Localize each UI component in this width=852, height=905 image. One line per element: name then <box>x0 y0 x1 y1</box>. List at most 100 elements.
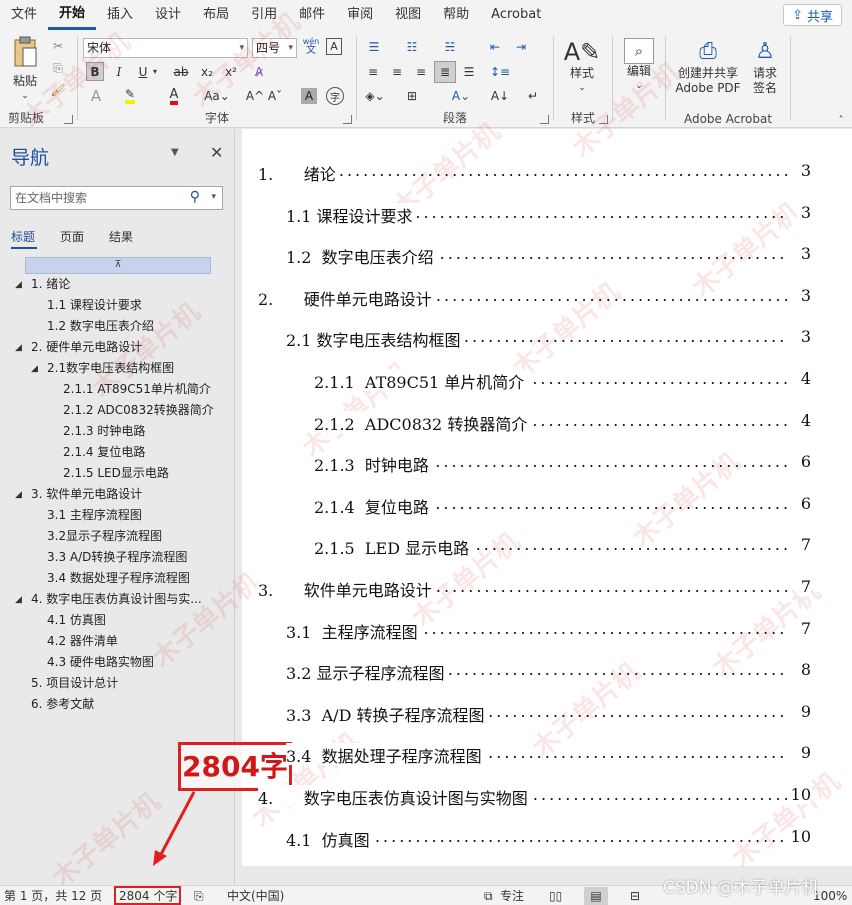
nav-tree-item[interactable]: 1.2 数字电压表介绍 <box>47 316 154 337</box>
toc-entry[interactable]: ........................................… <box>314 369 811 391</box>
language[interactable]: 中文(中国) <box>227 887 284 905</box>
collapse-ribbon-icon[interactable]: ˄ <box>834 114 848 126</box>
page-info[interactable]: 第 1 页，共 12 页 <box>4 887 102 905</box>
menu-item[interactable]: 插入 <box>96 0 144 30</box>
expand-arrow-icon[interactable]: ◢ <box>31 364 38 374</box>
toc-entry[interactable]: ........................................… <box>286 244 811 267</box>
toc-entry[interactable]: ........................................… <box>286 202 811 225</box>
nav-tree-item[interactable]: 2.1数字电压表结构框图 <box>47 358 174 379</box>
underline-icon[interactable]: U <box>134 62 152 81</box>
subscript-icon[interactable]: x₂ <box>197 62 217 81</box>
editing-button[interactable]: ⌕ 编辑 ⌄ <box>621 38 657 94</box>
nav-tree-item[interactable]: 5. 项目设计总计 <box>31 673 118 694</box>
font-launcher[interactable] <box>343 115 352 124</box>
toc-entry[interactable]: ........................................… <box>258 577 811 599</box>
nav-tree-item[interactable]: 3.4 数据处理子程序流程图 <box>47 568 190 589</box>
align-right-icon[interactable]: ≡ <box>411 62 431 82</box>
borders-icon[interactable]: ⊞ <box>401 86 423 106</box>
highlight-icon[interactable]: ✎ <box>120 86 140 106</box>
nav-tree-item[interactable]: 6. 参考文献 <box>31 694 94 715</box>
tab-headings[interactable]: 标题 <box>11 228 35 245</box>
line-spacing-icon[interactable]: ↕≡ <box>485 62 515 82</box>
enclose-characters-icon[interactable]: 字 <box>326 87 344 105</box>
nav-tree-item[interactable]: 2.1.5 LED显示电路 <box>63 463 169 484</box>
paragraph-launcher[interactable] <box>540 115 549 124</box>
phonetic-guide-button[interactable]: wén 文 <box>302 36 320 56</box>
font-color-icon[interactable]: A <box>164 86 184 106</box>
styles-button[interactable]: A✎ 样式 ⌄ <box>560 38 604 96</box>
format-painter-icon[interactable]: 🖌 <box>50 82 66 98</box>
shading-icon[interactable]: ◈⌄ <box>363 86 387 106</box>
nav-tree-item[interactable]: 4. 数字电压表仿真设计图与实... <box>31 589 202 610</box>
document-page[interactable]: ........................................… <box>242 129 852 866</box>
request-signature-button[interactable]: ♙ 请求 签名 <box>746 38 784 96</box>
font-size-select[interactable]: 四号 ▾ <box>252 38 297 58</box>
toc-entry[interactable]: ........................................… <box>314 535 811 558</box>
nav-tree-item[interactable]: 1.1 课程设计要求 <box>47 295 142 316</box>
change-case-icon[interactable]: Aa⌄ <box>202 86 232 106</box>
cut-icon[interactable]: ✂ <box>50 38 66 54</box>
toc-entry[interactable]: ........................................… <box>286 660 811 683</box>
nav-tree-item[interactable]: 4.3 硬件电路实物图 <box>47 652 154 673</box>
nav-tree-item[interactable]: 1. 绪论 <box>31 274 70 295</box>
toc-entry[interactable]: ........................................… <box>286 618 811 641</box>
align-left-icon[interactable]: ≡ <box>363 62 383 82</box>
nav-tree-item[interactable]: 4.2 器件清单 <box>47 631 118 652</box>
nav-tree-item[interactable]: 3.1 主程序流程图 <box>47 505 142 526</box>
nav-tree-item[interactable]: 2.1.1 AT89C51单片机简介 <box>63 379 211 400</box>
proofing-icon[interactable]: ⎘ <box>194 887 204 905</box>
multilevel-list-icon[interactable]: ☵ <box>439 38 461 56</box>
justify-icon[interactable]: ≣ <box>434 61 456 83</box>
character-border-icon[interactable]: A <box>326 38 342 55</box>
strikethrough-icon[interactable]: ab <box>170 62 192 81</box>
toc-entry[interactable]: ........................................… <box>258 161 811 183</box>
menu-item[interactable]: 设计 <box>144 0 192 30</box>
bold-icon[interactable]: B <box>86 62 104 81</box>
chinese-layout-icon[interactable]: A⌄ <box>447 86 475 106</box>
share-button[interactable]: ⇪ 共享 <box>783 4 842 26</box>
superscript-icon[interactable]: x² <box>221 62 241 81</box>
toc-entry[interactable]: ........................................… <box>258 785 811 807</box>
underline-dropdown-icon[interactable]: ▾ <box>151 64 159 79</box>
styles-launcher[interactable] <box>599 115 608 124</box>
focus-icon[interactable]: ⧉ <box>484 887 493 905</box>
nav-tree-item[interactable]: 2.1.3 时钟电路 <box>63 421 145 442</box>
search-dropdown-icon[interactable]: ▾ <box>211 192 216 202</box>
bullets-icon[interactable]: ☰ <box>363 38 385 56</box>
text-effects-icon[interactable]: A <box>86 86 106 106</box>
create-share-pdf-button[interactable]: ⎙ 创建并共享 Adobe PDF <box>670 38 746 96</box>
increase-indent-icon[interactable]: ⇥ <box>511 38 531 56</box>
read-mode-icon[interactable]: ▯▯ <box>549 887 562 905</box>
web-layout-icon[interactable]: ⊟ <box>630 887 640 905</box>
menu-item[interactable]: Acrobat <box>480 0 552 30</box>
nav-tree-item[interactable]: 2.1.2 ADC0832转换器简介 <box>63 400 214 421</box>
menu-item[interactable]: 开始 <box>48 0 97 30</box>
search-input[interactable] <box>11 187 181 209</box>
menu-item[interactable]: 文件 <box>0 0 48 30</box>
tab-pages[interactable]: 页面 <box>60 228 84 245</box>
expand-arrow-icon[interactable]: ◢ <box>15 490 22 500</box>
toc-entry[interactable]: ........................................… <box>258 285 811 308</box>
nav-tree-item[interactable]: 2. 硬件单元电路设计 <box>31 337 142 358</box>
numbering-icon[interactable]: ☷ <box>401 38 423 56</box>
search-icon[interactable]: ⚲ <box>190 189 200 205</box>
grow-font-icon[interactable]: A^ <box>246 86 264 106</box>
align-center-icon[interactable]: ≡ <box>387 62 407 82</box>
print-layout-icon[interactable]: ▤ <box>584 887 608 905</box>
menu-item[interactable]: 审阅 <box>336 0 384 30</box>
toc-entry[interactable]: ........................................… <box>314 493 811 516</box>
nav-options-icon[interactable]: ▼ <box>171 147 179 158</box>
character-shading-icon[interactable]: A <box>301 88 317 104</box>
expand-arrow-icon[interactable]: ◢ <box>15 280 22 290</box>
menu-item[interactable]: 布局 <box>192 0 240 30</box>
nav-tree-item[interactable]: 2.1.4 复位电路 <box>63 442 145 463</box>
focus-label[interactable]: 专注 <box>500 887 524 905</box>
italic-icon[interactable]: I <box>110 62 128 81</box>
paste-button[interactable]: 粘贴 ⌄ <box>6 36 44 104</box>
nav-tree-item[interactable]: 4.1 仿真图 <box>47 610 106 631</box>
nav-tree-item[interactable]: 3. 软件单元电路设计 <box>31 484 142 505</box>
toc-entry[interactable]: ........................................… <box>286 701 811 724</box>
menu-item[interactable]: 引用 <box>240 0 288 30</box>
shrink-font-icon[interactable]: Aˇ <box>266 86 284 106</box>
nav-tree-item[interactable]: 3.2显示子程序流程图 <box>47 526 162 547</box>
